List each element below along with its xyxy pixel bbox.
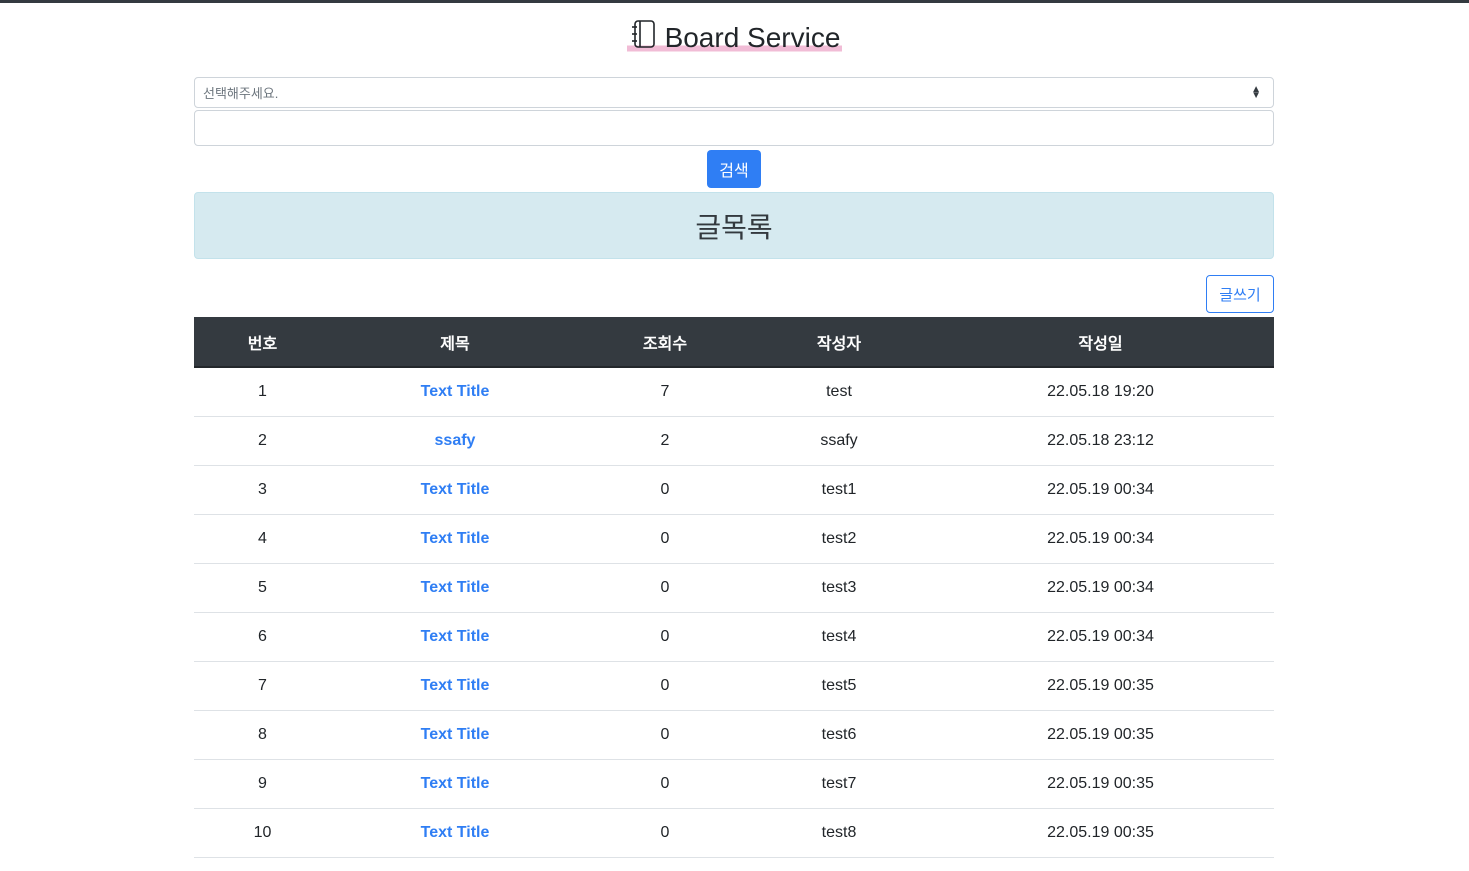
cell-date: 22.05.19 00:34 [927,465,1274,515]
table-row: 1 Text Title 7 test 22.05.18 19:20 [194,367,1274,417]
cell-views: 7 [579,367,751,417]
cell-number: 1 [194,367,331,417]
cell-date: 22.05.18 23:12 [927,416,1274,466]
cell-author: test6 [751,710,927,760]
table-row: 10 Text Title 0 test8 22.05.19 00:35 [194,808,1274,858]
column-header-number: 번호 [194,317,331,368]
cell-views: 0 [579,661,751,711]
table-header-row: 번호 제목 조회수 작성자 작성일 [194,317,1274,368]
board-table: 번호 제목 조회수 작성자 작성일 1 Text Title 7 test 22… [194,317,1274,858]
sort-arrows-icon: ▲ ▼ [1251,83,1261,101]
table-row: 5 Text Title 0 test3 22.05.19 00:34 [194,563,1274,613]
cell-views: 0 [579,808,751,858]
cell-number: 9 [194,759,331,809]
cell-date: 22.05.19 00:35 [927,808,1274,858]
column-header-title: 제목 [331,317,579,368]
cell-author: test7 [751,759,927,809]
search-button[interactable]: 검색 [707,150,761,188]
cell-author: test5 [751,661,927,711]
cell-date: 22.05.19 00:34 [927,514,1274,564]
cell-author: test4 [751,612,927,662]
search-input[interactable] [194,110,1274,146]
cell-number: 10 [194,808,331,858]
table-row: 2 ssafy 2 ssafy 22.05.18 23:12 [194,416,1274,466]
board-list-banner: 글목록 [194,192,1274,259]
cell-author: test2 [751,514,927,564]
post-title-link[interactable]: Text Title [331,367,579,417]
page-header: Board Service [0,19,1469,56]
cell-author: test8 [751,808,927,858]
column-header-author: 작성자 [751,317,927,368]
cell-number: 4 [194,514,331,564]
post-title-link[interactable]: Text Title [331,710,579,760]
cell-views: 0 [579,710,751,760]
table-row: 6 Text Title 0 test4 22.05.19 00:34 [194,612,1274,662]
post-title-link[interactable]: Text Title [331,465,579,515]
cell-number: 8 [194,710,331,760]
table-row: 3 Text Title 0 test1 22.05.19 00:34 [194,465,1274,515]
cell-author: ssafy [751,416,927,466]
cell-number: 7 [194,661,331,711]
cell-date: 22.05.19 00:35 [927,759,1274,809]
post-title-link[interactable]: ssafy [331,416,579,466]
cell-views: 0 [579,514,751,564]
column-header-views: 조회수 [579,317,751,368]
cell-views: 0 [579,563,751,613]
cell-author: test3 [751,563,927,613]
cell-date: 22.05.19 00:35 [927,710,1274,760]
post-title-link[interactable]: Text Title [331,808,579,858]
cell-date: 22.05.19 00:34 [927,563,1274,613]
write-post-button[interactable]: 글쓰기 [1206,275,1274,313]
cell-number: 5 [194,563,331,613]
table-row: 9 Text Title 0 test7 22.05.19 00:35 [194,759,1274,809]
cell-views: 2 [579,416,751,466]
cell-date: 22.05.19 00:35 [927,661,1274,711]
post-title-link[interactable]: Text Title [331,661,579,711]
cell-views: 0 [579,465,751,515]
table-row: 4 Text Title 0 test2 22.05.19 00:34 [194,514,1274,564]
page-title: Board Service [664,21,841,53]
notebook-icon [629,19,657,56]
post-title-link[interactable]: Text Title [331,612,579,662]
cell-author: test1 [751,465,927,515]
cell-views: 0 [579,759,751,809]
cell-author: test [751,367,927,417]
cell-date: 22.05.18 19:20 [927,367,1274,417]
cell-number: 6 [194,612,331,662]
post-title-link[interactable]: Text Title [331,563,579,613]
search-type-select[interactable]: 선택해주세요. ▲ ▼ [194,77,1274,108]
cell-views: 0 [579,612,751,662]
table-row: 7 Text Title 0 test5 22.05.19 00:35 [194,661,1274,711]
post-title-link[interactable]: Text Title [331,759,579,809]
cell-date: 22.05.19 00:34 [927,612,1274,662]
cell-number: 3 [194,465,331,515]
post-title-link[interactable]: Text Title [331,514,579,564]
brand[interactable]: Board Service [626,19,843,56]
select-placeholder: 선택해주세요. [203,86,279,101]
table-row: 8 Text Title 0 test6 22.05.19 00:35 [194,710,1274,760]
column-header-date: 작성일 [927,317,1274,368]
cell-number: 2 [194,416,331,466]
